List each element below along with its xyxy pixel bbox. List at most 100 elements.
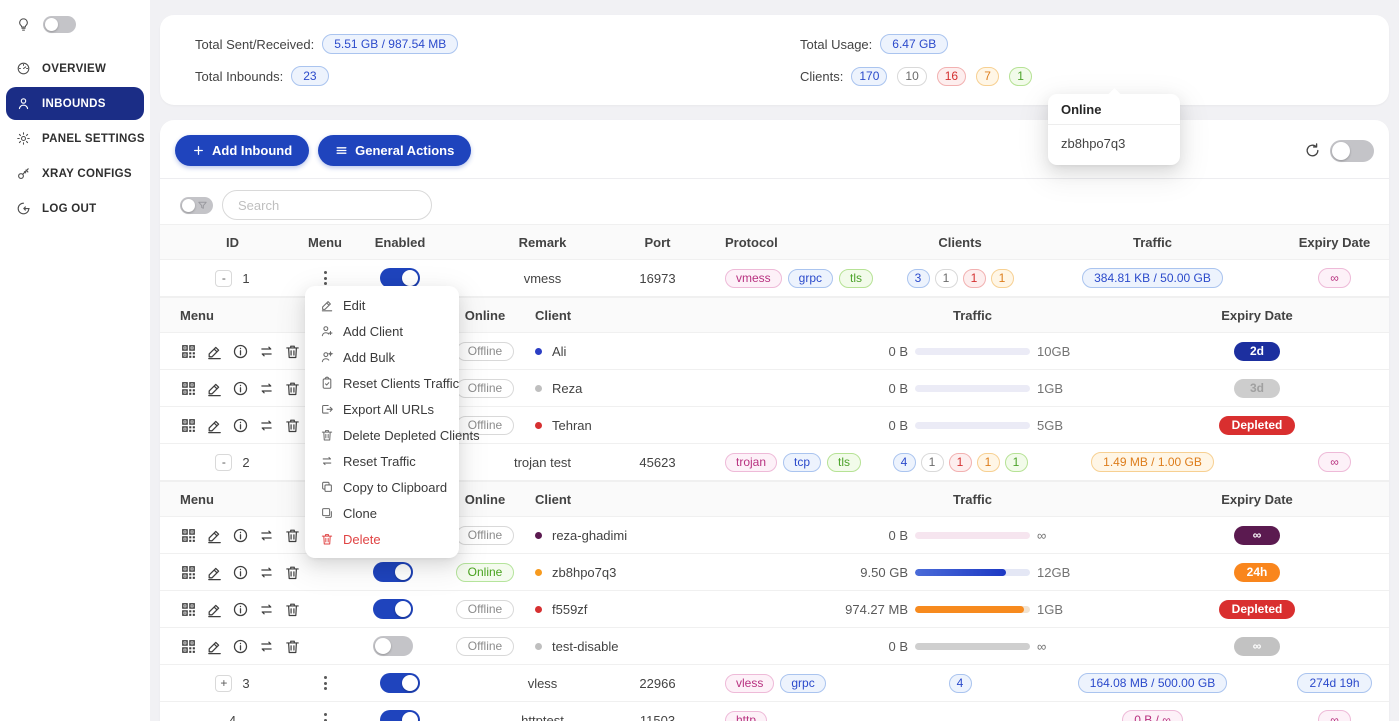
client-count-badge[interactable]: 3 (907, 269, 930, 288)
sidebar-item-panel-settings[interactable]: PANEL SETTINGS (6, 122, 144, 155)
add-inbound-label: Add Inbound (212, 143, 292, 158)
auto-refresh-toggle[interactable] (1330, 140, 1374, 162)
clients-depleted-badge[interactable]: 16 (937, 67, 966, 86)
reset-client-traffic-icon[interactable] (258, 343, 275, 360)
delete-client-icon[interactable] (284, 417, 301, 434)
menu-item-add-bulk[interactable]: Add Bulk (305, 344, 459, 370)
edit-client-icon[interactable] (206, 417, 223, 434)
refresh-icon[interactable] (1304, 142, 1321, 159)
export-icon (320, 402, 334, 416)
reset-client-traffic-icon[interactable] (258, 601, 275, 618)
sidebar-item-xray-configs[interactable]: XRAY CONFIGS (6, 157, 144, 190)
general-actions-label: General Actions (355, 143, 454, 158)
menu-item-export-all-urls[interactable]: Export All URLs (305, 396, 459, 422)
row-menu-trigger[interactable] (318, 709, 333, 721)
qr-code-icon[interactable] (180, 564, 197, 581)
gauge-icon (16, 61, 31, 76)
delete-client-icon[interactable] (284, 638, 301, 655)
client-expiry-badge: 24h (1234, 563, 1281, 582)
client-enabled-toggle[interactable] (373, 636, 413, 656)
client-info-icon[interactable] (232, 638, 249, 655)
inbound-enabled-toggle[interactable] (380, 673, 420, 693)
client-info-icon[interactable] (232, 527, 249, 544)
protocol-tag: http (725, 711, 767, 721)
delete-client-icon[interactable] (284, 380, 301, 397)
edit-client-icon[interactable] (206, 343, 223, 360)
reset-client-traffic-icon[interactable] (258, 527, 275, 544)
delete-client-icon[interactable] (284, 601, 301, 618)
client-info-icon[interactable] (232, 417, 249, 434)
sidebar-item-label: LOG OUT (42, 203, 97, 215)
search-input[interactable] (222, 190, 432, 220)
menu-item-delete-depleted-clients[interactable]: Delete Depleted Clients (305, 422, 459, 448)
edit-client-icon[interactable] (206, 527, 223, 544)
client-count-badge[interactable]: 4 (893, 453, 916, 472)
client-count-badge[interactable]: 1 (921, 453, 944, 472)
sidebar-item-overview[interactable]: OVERVIEW (6, 52, 144, 85)
clients-expiring-badge[interactable]: 7 (976, 67, 999, 86)
client-count-badge[interactable]: 1 (963, 269, 986, 288)
general-actions-button[interactable]: General Actions (318, 135, 471, 166)
stat-sent-received: Total Sent/Received: 5.51 GB / 987.54 MB (195, 32, 760, 56)
menu-item-edit[interactable]: Edit (305, 292, 459, 318)
delete-client-icon[interactable] (284, 343, 301, 360)
collapse-row-button[interactable]: - (215, 454, 232, 471)
reset-client-traffic-icon[interactable] (258, 638, 275, 655)
row-menu-trigger[interactable] (318, 672, 333, 694)
client-count-badge[interactable]: 4 (949, 674, 972, 693)
sidebar-item-logout[interactable]: LOG OUT (6, 192, 144, 225)
clients-total-badge[interactable]: 170 (851, 67, 887, 86)
edit-client-icon[interactable] (206, 601, 223, 618)
edit-client-icon[interactable] (206, 638, 223, 655)
menu-item-copy-to-clipboard[interactable]: Copy to Clipboard (305, 474, 459, 500)
qr-code-icon[interactable] (180, 638, 197, 655)
client-count-badge[interactable]: 1 (949, 453, 972, 472)
menu-item-delete[interactable]: Delete (305, 526, 459, 552)
qr-code-icon[interactable] (180, 601, 197, 618)
clients-online-badge[interactable]: 1 (1009, 67, 1032, 86)
add-inbound-button[interactable]: Add Inbound (175, 135, 309, 166)
client-count-badge[interactable]: 1 (991, 269, 1014, 288)
menu-item-clone[interactable]: Clone (305, 500, 459, 526)
client-info-icon[interactable] (232, 380, 249, 397)
filter-toggle[interactable] (180, 197, 213, 214)
traffic-bar (915, 532, 1030, 539)
menu-item-reset-traffic[interactable]: Reset Traffic (305, 448, 459, 474)
client-enabled-toggle[interactable] (373, 599, 413, 619)
client-info-icon[interactable] (232, 343, 249, 360)
client-enabled-toggle[interactable] (373, 562, 413, 582)
qr-code-icon[interactable] (180, 343, 197, 360)
client-color-dot (535, 385, 542, 392)
menu-item-add-client[interactable]: Add Client (305, 318, 459, 344)
reset-client-traffic-icon[interactable] (258, 564, 275, 581)
funnel-icon (197, 200, 208, 211)
qr-code-icon[interactable] (180, 417, 197, 434)
plus-icon (192, 144, 205, 157)
edit-client-icon[interactable] (206, 564, 223, 581)
delete-client-icon[interactable] (284, 527, 301, 544)
clients-disabled-badge[interactable]: 10 (897, 67, 926, 86)
inbound-enabled-toggle[interactable] (380, 710, 420, 721)
theme-toggle[interactable] (43, 16, 76, 33)
qr-code-icon[interactable] (180, 380, 197, 397)
client-count-badge[interactable]: 1 (935, 269, 958, 288)
client-color-dot (535, 422, 542, 429)
gear-icon (16, 131, 31, 146)
qr-code-icon[interactable] (180, 527, 197, 544)
sidebar-item-inbounds[interactable]: INBOUNDS (6, 87, 144, 120)
expand-row-button[interactable]: + (215, 675, 232, 692)
client-count-badge[interactable]: 1 (977, 453, 1000, 472)
stat-value-pill: 23 (291, 66, 328, 86)
edit-client-icon[interactable] (206, 380, 223, 397)
traffic-used: 0 B (820, 528, 908, 543)
collapse-row-button[interactable]: - (215, 270, 232, 287)
menu-item-reset-clients-traffic[interactable]: Reset Clients Traffic (305, 370, 459, 396)
reset-client-traffic-icon[interactable] (258, 380, 275, 397)
traffic-bar (915, 606, 1030, 613)
client-info-icon[interactable] (232, 564, 249, 581)
client-info-icon[interactable] (232, 601, 249, 618)
reset-client-traffic-icon[interactable] (258, 417, 275, 434)
inbound-enabled-toggle[interactable] (380, 268, 420, 288)
col-port: Port (630, 235, 685, 250)
delete-client-icon[interactable] (284, 564, 301, 581)
